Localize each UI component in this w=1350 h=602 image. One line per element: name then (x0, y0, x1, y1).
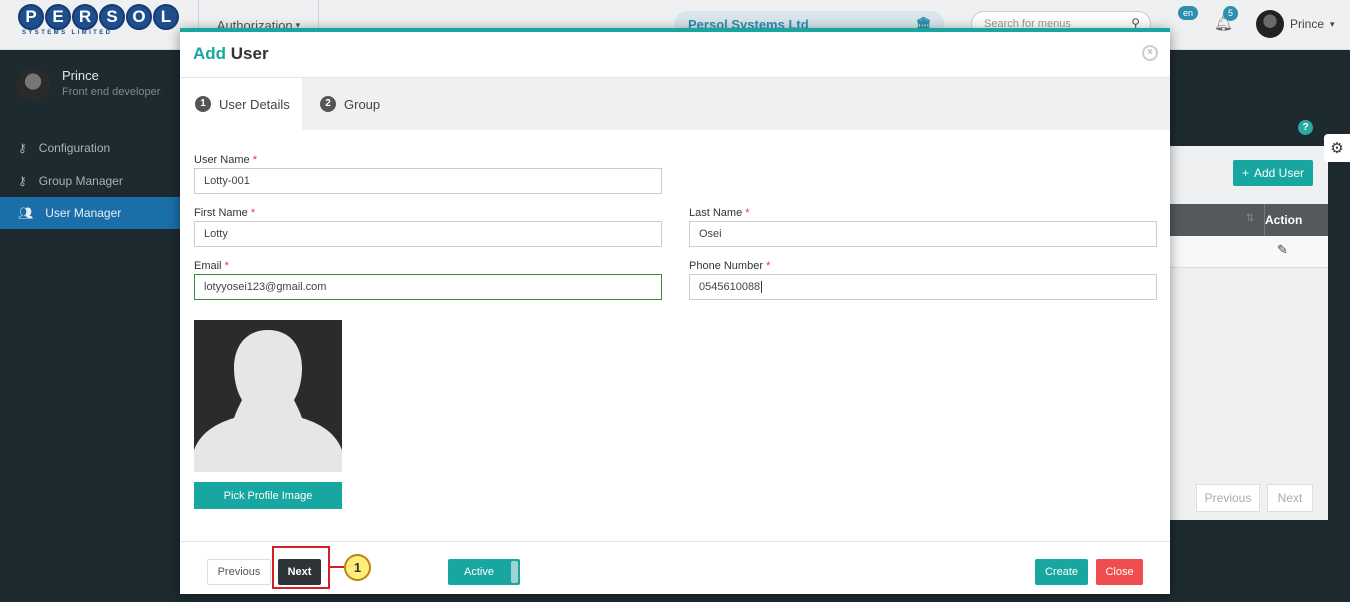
annotation-connector (330, 566, 344, 568)
key-icon: ⚷ (18, 141, 27, 155)
pagination-next-button[interactable]: Next (1267, 484, 1313, 512)
modal-title-accent: Add (193, 44, 227, 63)
edit-icon[interactable]: ✎ (1277, 242, 1288, 258)
phone-number-value: 0545610088 (699, 281, 761, 293)
first-name-label: First Name * (194, 207, 255, 219)
sidebar-item-group-manager[interactable]: ⚷ Group Manager (0, 165, 180, 197)
key-icon: ⚷ (18, 174, 27, 188)
caret-down-icon: ▾ (1330, 18, 1335, 29)
required-marker: * (766, 260, 771, 272)
tab-user-details[interactable]: 1 User Details (193, 78, 302, 130)
logo-subtext: SYSTEMS LIMITED (22, 30, 113, 36)
user-silhouette-icon (194, 320, 342, 472)
tab-label: Group (344, 96, 381, 112)
modal-title-rest: User (230, 44, 269, 63)
toggle-label: Active (464, 566, 494, 578)
phone-label-text: Phone Number (689, 260, 763, 272)
sidebar-user-role: Front end developer (62, 86, 161, 98)
email-label-text: Email (194, 260, 222, 272)
add-user-modal: Add User × 1 User Details 2 Group User N… (180, 28, 1170, 594)
wizard-steps: 1 User Details 2 Group (193, 78, 1170, 130)
help-icon[interactable]: ? (1298, 120, 1313, 135)
last-name-label: Last Name * (689, 207, 750, 219)
sidebar-item-label: Group Manager (38, 174, 123, 188)
avatar (16, 68, 50, 102)
close-icon[interactable]: × (1142, 45, 1158, 61)
last-name-field[interactable]: Osei (689, 221, 1157, 247)
required-marker: * (252, 154, 257, 166)
sidebar: Prince Front end developer ⚷ Configurati… (0, 50, 180, 602)
first-name-field[interactable]: Lotty (194, 221, 662, 247)
sidebar-user-name: Prince (62, 68, 99, 83)
notification-count-badge: 5 (1223, 6, 1238, 21)
gear-icon[interactable]: ⚙ (1324, 134, 1350, 162)
email-field[interactable]: lotyyosei123@gmail.com (194, 274, 662, 300)
required-marker: * (745, 207, 750, 219)
tab-group[interactable]: 2 Group (318, 78, 398, 130)
username-field[interactable]: Lotty-001 (194, 168, 662, 194)
table-header: ⇅ Action (1170, 204, 1328, 236)
tab-label: User Details (219, 96, 290, 112)
profile-image-placeholder (194, 320, 342, 472)
pagination-previous-button[interactable]: Previous (1196, 484, 1260, 512)
table-row: ✎ (1170, 236, 1328, 268)
required-marker: * (250, 207, 256, 219)
sidebar-profile: Prince Front end developer (16, 68, 160, 102)
toggle-knob (511, 561, 518, 583)
annotation-highlight-box (272, 546, 330, 589)
action-column-header: Action (1265, 213, 1303, 227)
active-status-toggle[interactable]: Active (448, 559, 520, 585)
language-badge[interactable]: en (1178, 6, 1198, 20)
sidebar-item-user-manager[interactable]: 👥︎ User Manager (0, 197, 180, 229)
close-button[interactable]: Close (1096, 559, 1143, 585)
sort-icon[interactable]: ⇅ (1246, 213, 1254, 224)
sidebar-item-configuration[interactable]: ⚷ Configuration (0, 132, 180, 164)
phone-number-field[interactable]: 0545610088 (689, 274, 1157, 300)
step-number: 2 (320, 96, 336, 112)
previous-button[interactable]: Previous (207, 559, 271, 585)
email-label: Email * (194, 260, 229, 272)
phone-label: Phone Number * (689, 260, 770, 272)
text-cursor (761, 281, 763, 293)
create-button[interactable]: Create (1035, 559, 1088, 585)
divider (180, 541, 1170, 542)
step-number: 1 (195, 96, 211, 112)
username-label: User Name * (194, 154, 257, 166)
required-marker: * (224, 260, 229, 272)
user-menu-name: Prince (1290, 17, 1325, 31)
pick-profile-image-button[interactable]: Pick Profile Image (194, 482, 342, 509)
avatar (1256, 10, 1284, 38)
users-icon: 👥︎ (18, 206, 34, 220)
modal-title: Add User (193, 44, 269, 64)
sidebar-item-label: Configuration (38, 141, 111, 155)
sidebar-item-label: User Manager (45, 206, 122, 220)
plus-icon: + (1241, 166, 1249, 180)
user-menu[interactable]: Prince ▾ (1256, 10, 1335, 38)
username-label-text: User Name (194, 154, 250, 166)
annotation-step-number: 1 (344, 554, 371, 581)
last-name-label-text: Last Name (689, 207, 743, 219)
first-name-label-text: First Name (194, 207, 248, 219)
add-user-button[interactable]: + Add User (1233, 160, 1313, 186)
add-user-label: Add User (1253, 166, 1305, 180)
